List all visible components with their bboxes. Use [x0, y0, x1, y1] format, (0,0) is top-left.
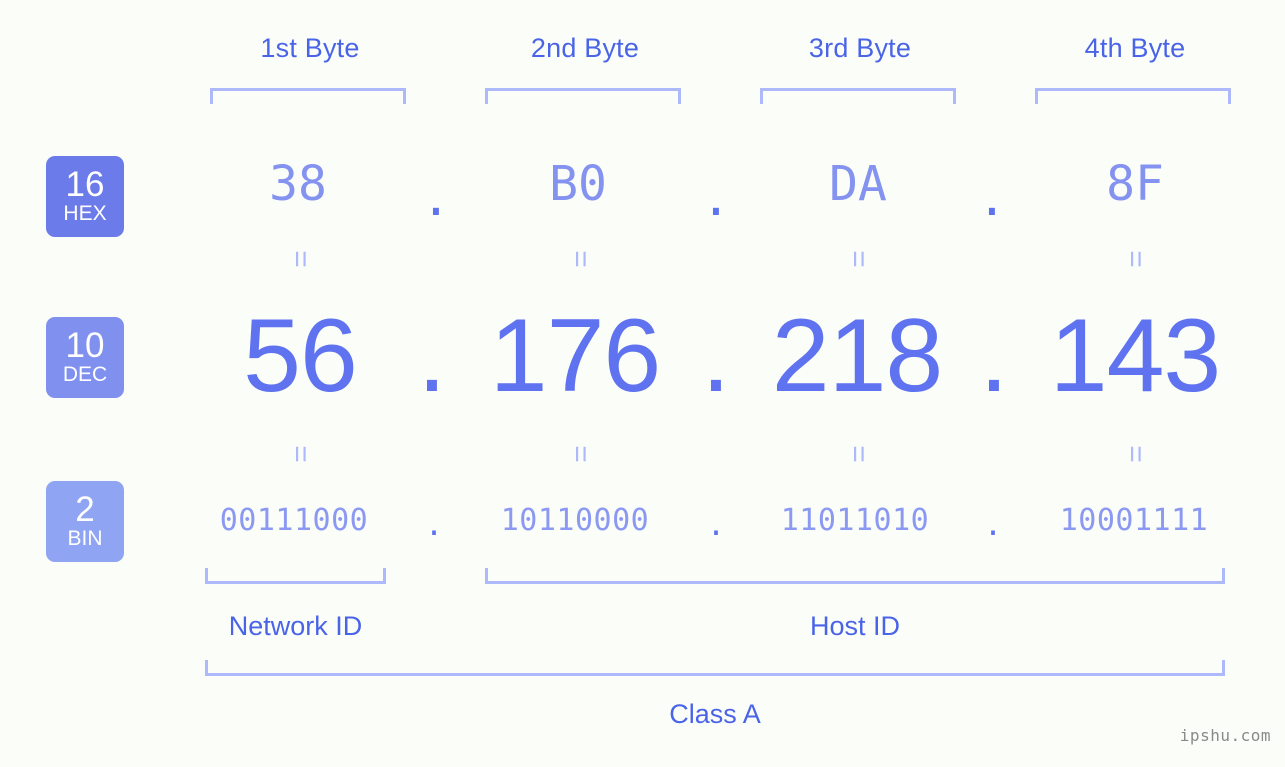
- bin-octet-1: 00111000: [219, 503, 369, 538]
- equals-icon-hex-dec-1: =: [284, 250, 317, 268]
- equals-icon-hex-dec-4: =: [1119, 250, 1152, 268]
- hex-separator-2: .: [701, 171, 731, 227]
- byte-bracket-1: [210, 88, 406, 104]
- bin-separator-3: .: [983, 508, 1003, 543]
- network-id-label: Network ID: [228, 611, 363, 641]
- base-badge-dec: 10 DEC: [46, 317, 124, 398]
- base-badge-dec-name: DEC: [62, 363, 108, 386]
- equals-icon-hex-dec-3: =: [842, 250, 875, 268]
- dec-octet-3: 218: [771, 298, 944, 414]
- byte-bracket-2: [485, 88, 681, 104]
- dec-separator-2: .: [701, 298, 731, 414]
- base-badge-hex-name: HEX: [63, 202, 107, 225]
- byte-header-4: 4th Byte: [1084, 33, 1186, 63]
- dec-octet-1: 56: [243, 298, 358, 414]
- byte-header-1: 1st Byte: [260, 33, 360, 63]
- equals-icon-dec-bin-2: =: [564, 445, 597, 463]
- hex-octet-1: 38: [269, 156, 327, 212]
- dec-separator-1: .: [417, 298, 447, 414]
- network-id-bracket: [205, 568, 386, 584]
- hex-separator-3: .: [977, 171, 1007, 227]
- hex-octet-2: B0: [549, 156, 607, 212]
- watermark: ipshu.com: [1179, 726, 1271, 745]
- byte-header-3: 3rd Byte: [808, 33, 912, 63]
- base-badge-bin-number: 2: [75, 490, 95, 529]
- base-badge-dec-number: 10: [65, 326, 105, 365]
- class-bracket: [205, 660, 1225, 676]
- bin-separator-1: .: [424, 508, 444, 543]
- bin-octet-4: 10001111: [1059, 503, 1209, 538]
- equals-icon-dec-bin-1: =: [284, 445, 317, 463]
- equals-icon-dec-bin-4: =: [1119, 445, 1152, 463]
- bin-separator-2: .: [706, 508, 726, 543]
- hex-octet-3: DA: [829, 156, 887, 212]
- base-badge-hex-number: 16: [65, 165, 105, 204]
- host-id-label: Host ID: [809, 611, 901, 641]
- bin-octet-3: 11011010: [780, 503, 930, 538]
- byte-bracket-3: [760, 88, 956, 104]
- dec-separator-3: .: [979, 298, 1009, 414]
- base-badge-bin-name: BIN: [67, 527, 103, 550]
- byte-bracket-4: [1035, 88, 1231, 104]
- bin-octet-2: 10110000: [500, 503, 650, 538]
- host-id-bracket: [485, 568, 1225, 584]
- base-badge-bin: 2 BIN: [46, 481, 124, 562]
- hex-octet-4: 8F: [1106, 156, 1164, 212]
- equals-icon-hex-dec-2: =: [564, 250, 597, 268]
- hex-separator-1: .: [421, 171, 451, 227]
- base-badge-hex: 16 HEX: [46, 156, 124, 237]
- dec-octet-2: 176: [489, 298, 662, 414]
- equals-icon-dec-bin-3: =: [842, 445, 875, 463]
- byte-header-2: 2nd Byte: [530, 33, 640, 63]
- dec-octet-4: 143: [1049, 298, 1222, 414]
- class-label: Class A: [669, 699, 761, 729]
